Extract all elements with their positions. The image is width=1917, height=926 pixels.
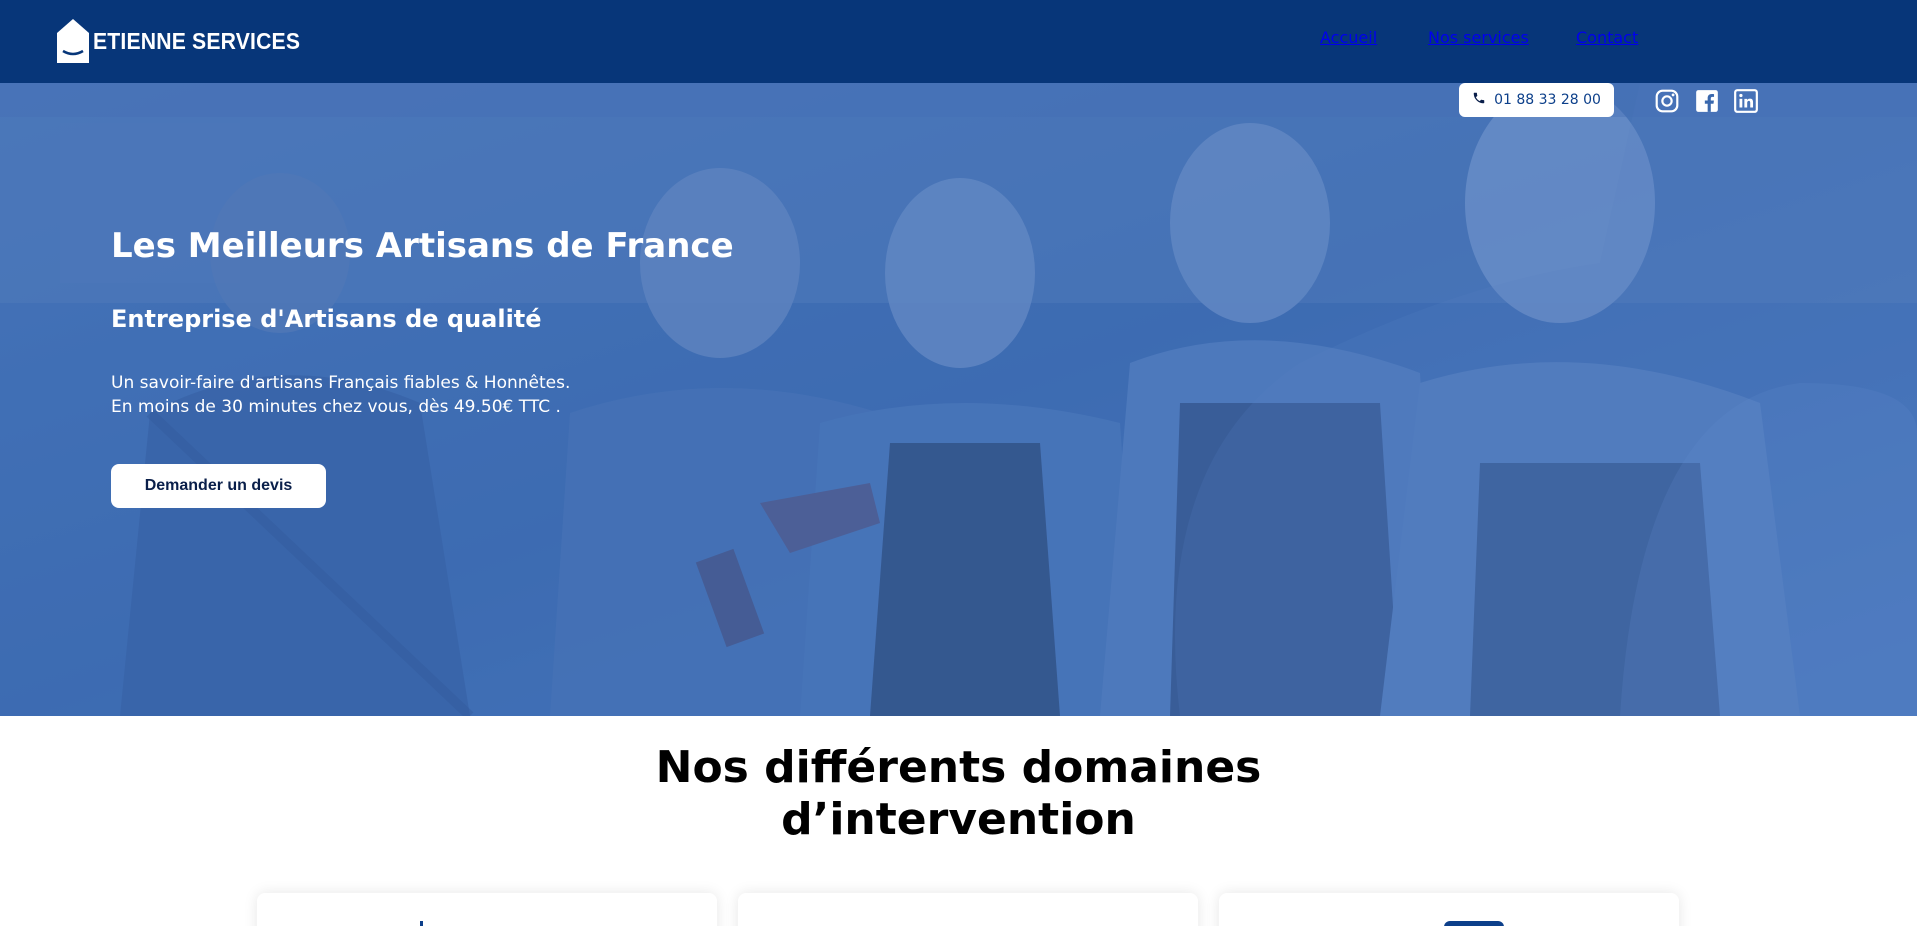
phone-icon (1472, 91, 1486, 109)
hero-title: Les Meilleurs Artisans de France (111, 226, 734, 266)
nav-contact[interactable]: Contact (1576, 28, 1638, 47)
brand-name: ETIENNE SERVICES (93, 27, 301, 54)
phone-button[interactable]: 01 88 33 28 00 (1459, 83, 1614, 117)
phone-number: 01 88 33 28 00 (1494, 92, 1601, 108)
site-header: ETIENNE SERVICES Accueil Nos services Co… (0, 0, 1917, 83)
facebook-icon[interactable] (1694, 88, 1720, 114)
section-title: Nos différents domaines d’intervention (0, 742, 1917, 846)
section-title-line-1: Nos différents domaines (655, 742, 1262, 793)
service-icon (420, 921, 423, 926)
service-icon (1444, 921, 1504, 926)
hero-subtitle: Entreprise d'Artisans de qualité (111, 305, 542, 333)
linkedin-icon[interactable] (1733, 88, 1759, 114)
utility-bar (0, 83, 1917, 117)
brand-logo[interactable]: ETIENNE SERVICES (55, 17, 318, 65)
nav-nos-services[interactable]: Nos services (1428, 28, 1529, 47)
service-card[interactable] (257, 893, 717, 926)
hero-description-line-1: Un savoir-faire d'artisans Français fiab… (111, 373, 571, 393)
hero-description: Un savoir-faire d'artisans Français fiab… (111, 371, 570, 419)
service-card[interactable] (1219, 893, 1679, 926)
section-title-line-2: d’intervention (781, 794, 1136, 845)
nav-accueil[interactable]: Accueil (1320, 28, 1377, 47)
request-quote-button[interactable]: Demander un devis (111, 464, 326, 508)
instagram-icon[interactable] (1654, 88, 1680, 114)
house-icon (55, 17, 91, 65)
service-card[interactable] (738, 893, 1198, 926)
hero-description-line-2: En moins de 30 minutes chez vous, dès 49… (111, 397, 561, 417)
